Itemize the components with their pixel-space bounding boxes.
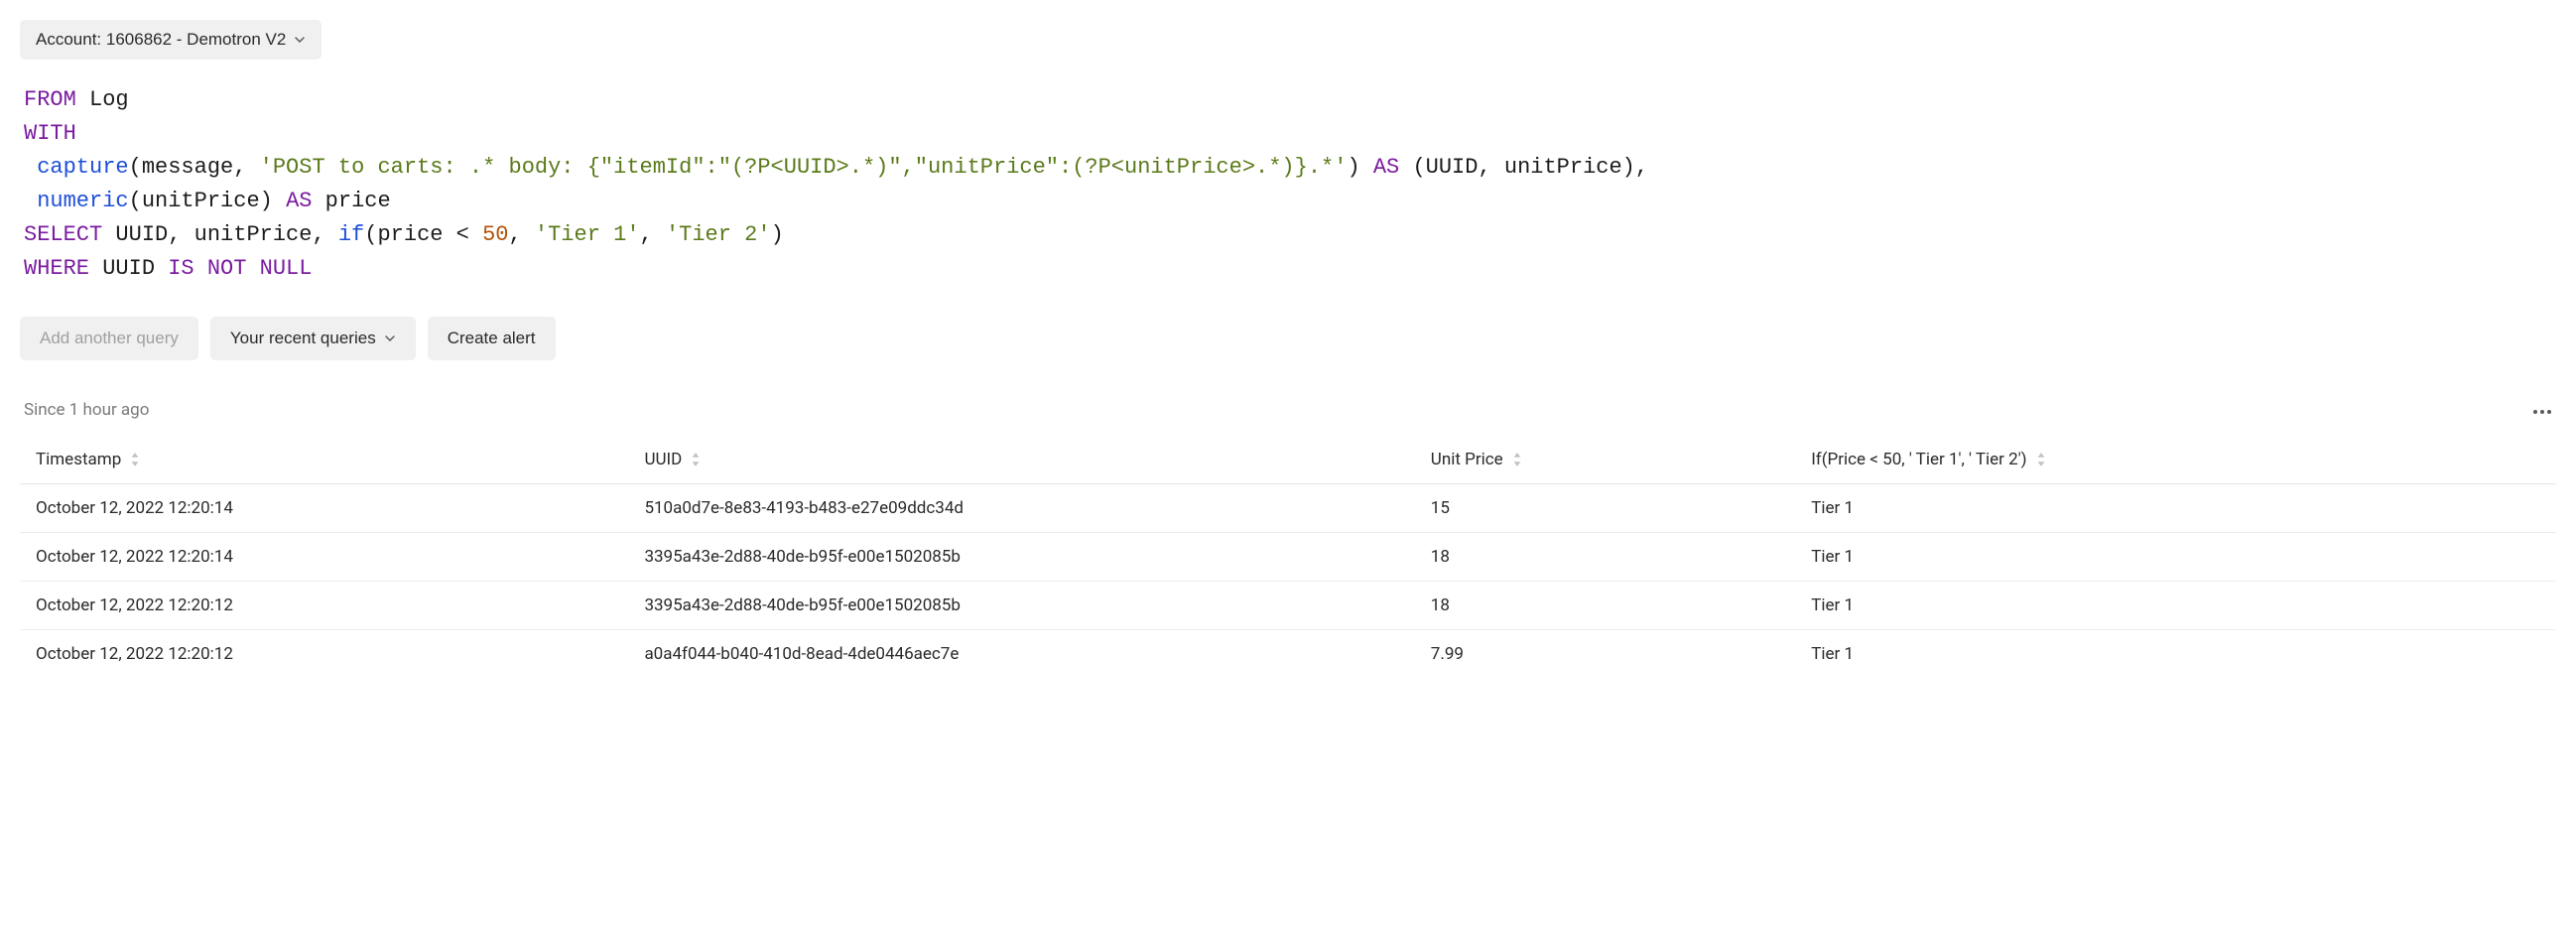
column-header-unit-price[interactable]: Unit Price [1415, 440, 1795, 484]
table-row[interactable]: October 12, 2022 12:20:123395a43e-2d88-4… [20, 581, 2556, 629]
column-header-label: Timestamp [36, 450, 121, 469]
more-options-icon[interactable] [2532, 400, 2552, 419]
column-header-label: If(Price < 50, ' Tier 1', ' Tier 2') [1811, 450, 2026, 469]
sort-icon [129, 452, 141, 467]
add-another-query-button: Add another query [20, 317, 198, 360]
cell-timestamp: October 12, 2022 12:20:14 [20, 483, 628, 532]
since-label: Since 1 hour ago [24, 400, 149, 420]
column-header-label: Unit Price [1431, 450, 1503, 469]
cell-unit_price: 18 [1415, 532, 1795, 581]
query-editor[interactable]: FROM Log WITH capture(message, 'POST to … [24, 83, 2556, 287]
cell-timestamp: October 12, 2022 12:20:12 [20, 629, 628, 678]
chevron-down-icon [384, 332, 396, 344]
account-selector-label: Account: 1606862 - Demotron V2 [36, 30, 286, 50]
column-header-timestamp[interactable]: Timestamp [20, 440, 628, 484]
cell-uuid: 3395a43e-2d88-40de-b95f-e00e1502085b [628, 532, 1414, 581]
cell-uuid: 510a0d7e-8e83-4193-b483-e27e09ddc34d [628, 483, 1414, 532]
cell-tier: Tier 1 [1795, 483, 2556, 532]
cell-uuid: a0a4f044-b040-410d-8ead-4de0446aec7e [628, 629, 1414, 678]
chevron-down-icon [294, 34, 306, 46]
button-label: Your recent queries [230, 329, 376, 348]
sort-icon [2035, 452, 2047, 467]
cell-unit_price: 7.99 [1415, 629, 1795, 678]
cell-tier: Tier 1 [1795, 532, 2556, 581]
cell-unit_price: 15 [1415, 483, 1795, 532]
button-label: Create alert [448, 329, 536, 348]
column-header-uuid[interactable]: UUID [628, 440, 1414, 484]
recent-queries-button[interactable]: Your recent queries [210, 317, 416, 360]
table-row[interactable]: October 12, 2022 12:20:14510a0d7e-8e83-4… [20, 483, 2556, 532]
sort-icon [690, 452, 702, 467]
results-table: Timestamp UUID Unit Price If(Price < 50, [20, 440, 2556, 678]
cell-tier: Tier 1 [1795, 581, 2556, 629]
cell-timestamp: October 12, 2022 12:20:12 [20, 581, 628, 629]
button-label: Add another query [40, 329, 179, 348]
cell-timestamp: October 12, 2022 12:20:14 [20, 532, 628, 581]
table-row[interactable]: October 12, 2022 12:20:12a0a4f044-b040-4… [20, 629, 2556, 678]
column-header-tier[interactable]: If(Price < 50, ' Tier 1', ' Tier 2') [1795, 440, 2556, 484]
cell-tier: Tier 1 [1795, 629, 2556, 678]
create-alert-button[interactable]: Create alert [428, 317, 556, 360]
cell-unit_price: 18 [1415, 581, 1795, 629]
table-row[interactable]: October 12, 2022 12:20:143395a43e-2d88-4… [20, 532, 2556, 581]
account-selector[interactable]: Account: 1606862 - Demotron V2 [20, 20, 322, 60]
cell-uuid: 3395a43e-2d88-40de-b95f-e00e1502085b [628, 581, 1414, 629]
column-header-label: UUID [644, 450, 682, 469]
sort-icon [1511, 452, 1523, 467]
